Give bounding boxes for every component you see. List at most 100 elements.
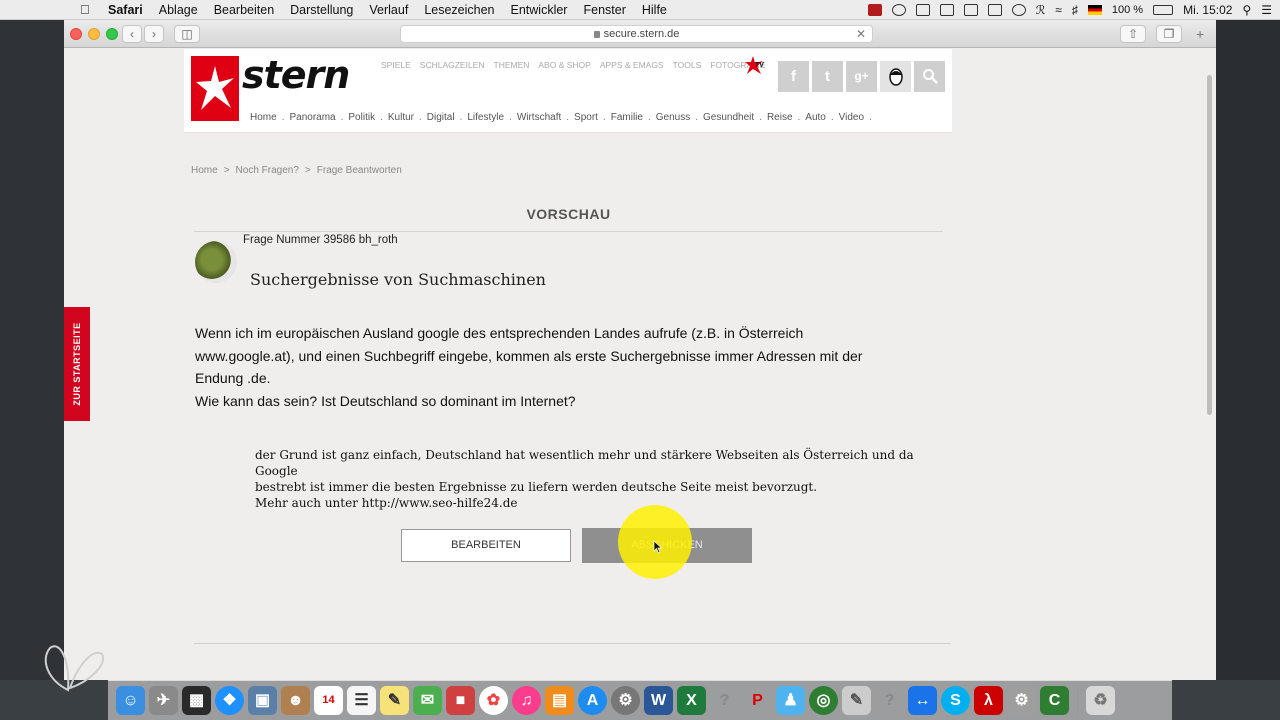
excel-icon[interactable]: X: [677, 686, 706, 715]
automator-icon[interactable]: ⚙: [1007, 686, 1036, 715]
breadcrumb-noch-fragen[interactable]: Noch Fragen?: [236, 165, 299, 176]
clear-url-icon[interactable]: ✕: [856, 26, 866, 42]
menu-bearbeiten[interactable]: Bearbeiten: [214, 3, 274, 17]
stern-logo-star-icon[interactable]: [191, 56, 239, 121]
google-plus-icon[interactable]: g+: [846, 61, 877, 92]
ibooks-icon[interactable]: ▤: [545, 686, 574, 715]
nav-auto[interactable]: Auto: [805, 112, 826, 123]
nav-politik[interactable]: Politik: [348, 112, 375, 123]
reminders-icon[interactable]: ☰: [347, 686, 376, 715]
photo-booth-icon[interactable]: ■: [446, 686, 475, 715]
avatar[interactable]: [195, 241, 237, 283]
top-nav-abo-shop[interactable]: ABO & SHOP: [538, 60, 590, 70]
german-flag-icon[interactable]: [1087, 5, 1102, 15]
safari-icon[interactable]: ❖: [215, 686, 244, 715]
clock[interactable]: Mi. 15:02: [1183, 3, 1232, 17]
photos-icon[interactable]: ✿: [479, 686, 508, 715]
top-nav-apps-emags[interactable]: APPS & EMAGS: [600, 60, 664, 70]
top-nav-schlagzeilen[interactable]: SCHLAGZEILEN: [420, 60, 485, 70]
nav-reise[interactable]: Reise: [767, 112, 793, 123]
close-window-button[interactable]: [70, 28, 82, 40]
share-icon[interactable]: ⇧: [1120, 25, 1146, 43]
search-icon[interactable]: [914, 61, 945, 92]
tabs-overview-icon[interactable]: ❐: [1156, 25, 1182, 43]
menu-entwickler[interactable]: Entwickler: [511, 3, 568, 17]
bluetooth-icon[interactable]: ℛ: [1036, 3, 1046, 17]
sync-icon[interactable]: [963, 4, 978, 16]
menu-fenster[interactable]: Fenster: [583, 3, 625, 17]
new-tab-icon[interactable]: +: [1196, 26, 1204, 42]
back-button[interactable]: ‹: [122, 25, 142, 43]
check-icon[interactable]: [891, 4, 906, 16]
minimize-window-button[interactable]: [88, 28, 100, 40]
top-nav-tools[interactable]: TOOLS: [673, 60, 702, 70]
side-tab-startseite[interactable]: ZUR STARTSEITE: [64, 307, 90, 421]
menu-app-name[interactable]: Safari: [108, 3, 143, 17]
nav-wirtschaft[interactable]: Wirtschaft: [517, 112, 561, 123]
network-icon[interactable]: ◎: [809, 686, 838, 715]
zoom-window-button[interactable]: [106, 28, 118, 40]
calendar-icon[interactable]: 14: [314, 686, 343, 715]
nav-gesundheit[interactable]: Gesundheit: [703, 112, 754, 123]
stern-logo[interactable]: stern: [242, 53, 350, 97]
edit-button[interactable]: BEARBEITEN: [401, 529, 571, 562]
nav-panorama[interactable]: Panorama: [289, 112, 335, 123]
nav-video[interactable]: Video: [839, 112, 864, 123]
menu-verlauf[interactable]: Verlauf: [369, 3, 408, 17]
finder-icon[interactable]: ☺: [116, 686, 145, 715]
record-icon[interactable]: [867, 4, 882, 16]
system-preferences-icon[interactable]: ⚙: [611, 686, 640, 715]
menu-darstellung[interactable]: Darstellung: [290, 3, 353, 17]
breadcrumb-home[interactable]: Home: [191, 165, 218, 176]
teamviewer-icon[interactable]: ↔: [908, 686, 937, 715]
nav-sport[interactable]: Sport: [574, 112, 598, 123]
spotlight-search-icon[interactable]: ⚲: [1242, 3, 1251, 17]
battery-icon[interactable]: [1153, 5, 1174, 15]
nav-lifestyle[interactable]: Lifestyle: [467, 112, 504, 123]
battery-percentage[interactable]: 100 %: [1112, 4, 1143, 16]
menu-ablage[interactable]: Ablage: [159, 3, 198, 17]
time-machine-icon[interactable]: [1011, 4, 1026, 16]
nav-home[interactable]: Home: [250, 112, 277, 123]
wifi-icon[interactable]: ≈: [1055, 3, 1062, 17]
sidebar-toggle-icon[interactable]: ◫: [174, 25, 200, 43]
vertical-scrollbar[interactable]: [1207, 75, 1212, 415]
acrobat-icon[interactable]: λ: [974, 686, 1003, 715]
notes-icon[interactable]: ✎: [380, 686, 409, 715]
facebook-icon[interactable]: f: [778, 61, 809, 92]
top-nav-themen[interactable]: THEMEN: [494, 60, 530, 70]
unknown-app-icon[interactable]: ?: [875, 686, 904, 715]
pdf-app-icon[interactable]: P: [743, 686, 772, 715]
word-icon[interactable]: W: [644, 686, 673, 715]
nav-genuss[interactable]: Genuss: [656, 112, 690, 123]
dropbox-icon[interactable]: [915, 4, 930, 16]
shield-icon[interactable]: [939, 4, 954, 16]
utility-icon[interactable]: ✎: [842, 686, 871, 715]
nav-familie[interactable]: Familie: [611, 112, 643, 123]
stern-tv-logo-icon[interactable]: TV: [744, 55, 766, 75]
camtasia-icon[interactable]: C: [1040, 686, 1069, 715]
twitter-icon[interactable]: t: [812, 61, 843, 92]
forward-button[interactable]: ›: [144, 25, 164, 43]
unknown-app-icon[interactable]: ?: [710, 686, 739, 715]
menu-hilfe[interactable]: Hilfe: [642, 3, 667, 17]
mission-control-icon[interactable]: ▩: [182, 686, 211, 715]
app-store-icon[interactable]: A: [578, 686, 607, 715]
preview-icon[interactable]: ▣: [248, 686, 277, 715]
itunes-icon[interactable]: ♫: [512, 686, 541, 715]
family-app-icon[interactable]: ♟: [776, 686, 805, 715]
messages-icon[interactable]: ✉: [413, 686, 442, 715]
user-icon[interactable]: [880, 61, 911, 92]
notification-center-icon[interactable]: ☰: [1261, 3, 1272, 17]
contacts-icon[interactable]: ☻: [281, 686, 310, 715]
trash-icon[interactable]: ♻: [1086, 686, 1115, 715]
nav-kultur[interactable]: Kultur: [388, 112, 414, 123]
address-bar[interactable]: secure.stern.de ✕: [400, 25, 873, 43]
airplay-icon[interactable]: [987, 4, 1002, 16]
launchpad-icon[interactable]: ✈: [149, 686, 178, 715]
menu-lesezeichen[interactable]: Lesezeichen: [424, 3, 494, 17]
apple-menu-icon[interactable]: : [80, 2, 96, 17]
skype-icon[interactable]: S: [941, 686, 970, 715]
nav-digital[interactable]: Digital: [427, 112, 455, 123]
volume-icon[interactable]: ♯: [1072, 3, 1078, 17]
